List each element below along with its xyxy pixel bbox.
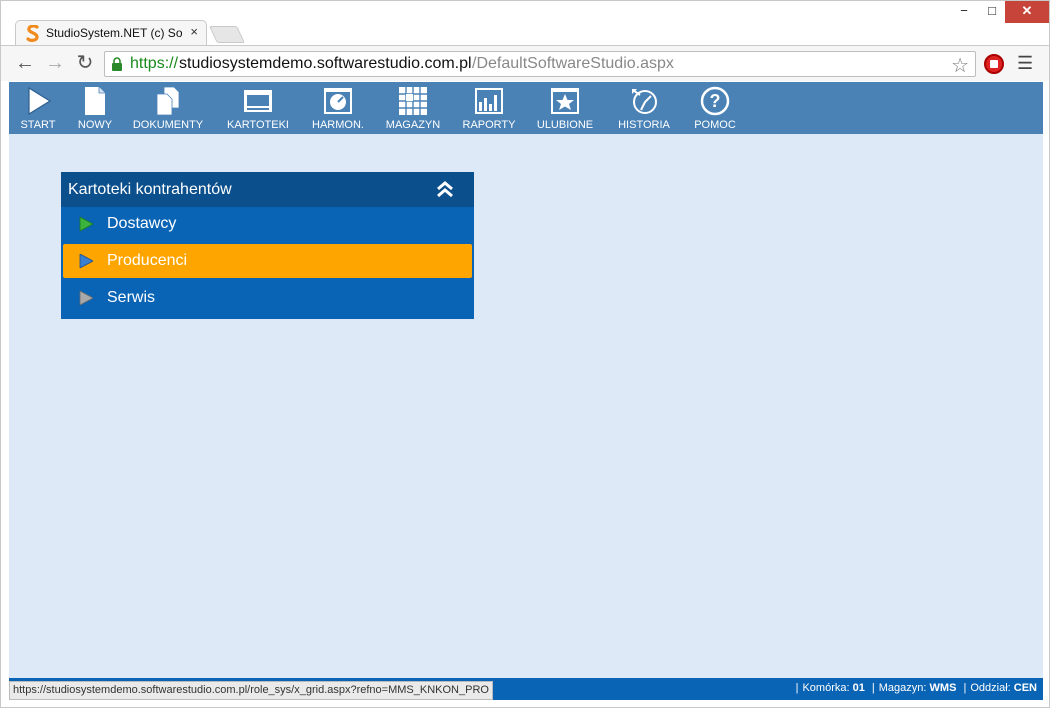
adblock-extension-icon[interactable] xyxy=(984,54,1004,74)
panel-header[interactable]: Kartoteki kontrahentów xyxy=(61,172,474,207)
menu-dokumenty[interactable]: DOKUMENTY xyxy=(123,82,213,134)
panel-item-label: Producenci xyxy=(107,252,188,269)
star-icon xyxy=(551,88,579,114)
menu-ulubione-label: ULUBIONE xyxy=(536,119,594,131)
status-info: | Komórka: 01 | Magazyn: WMS | Oddział: CEN xyxy=(795,682,1037,694)
forward-arrow-icon[interactable]: → xyxy=(43,52,67,76)
url-host: studiosystemdemo.softwarestudio.com.pl xyxy=(179,55,472,72)
menu-start[interactable]: START xyxy=(9,82,67,134)
browser-toolbar: ← → ↻ https:// studiosystemdemo.software… xyxy=(1,45,1049,81)
arrow-right-icon xyxy=(79,291,93,305)
bookmark-star-icon[interactable]: ☆ xyxy=(951,53,969,78)
oddzial-value: CEN xyxy=(1013,682,1037,694)
new-tab-button[interactable] xyxy=(209,26,245,43)
address-bar[interactable]: https:// studiosystemdemo.softwarestudio… xyxy=(104,51,976,77)
minimize-button[interactable]: − xyxy=(949,1,979,23)
documents-icon xyxy=(156,86,180,116)
maximize-button[interactable]: □ xyxy=(977,1,1007,23)
menu-historia-label: HISTORIA xyxy=(618,119,670,131)
url-scheme: https:// xyxy=(130,55,179,72)
panel-title: Kartoteki kontrahentów xyxy=(68,181,232,198)
menu-kartoteki-label: KARTOTEKI xyxy=(227,119,289,131)
browser-tab[interactable]: StudioSystem.NET (c) Soft × xyxy=(15,20,207,46)
arrow-right-icon xyxy=(79,217,93,231)
magazyn-label: Magazyn: xyxy=(878,682,927,694)
menu-nowy-label: NOWY xyxy=(77,119,113,131)
browser-menu-icon[interactable]: ☰ xyxy=(1017,53,1033,74)
kartoteki-panel: Kartoteki kontrahentów Dostawcy Producen… xyxy=(61,172,474,319)
browser-titlebar: StudioSystem.NET (c) Soft × − □ ✕ xyxy=(1,1,1049,46)
warehouse-grid-icon xyxy=(399,87,427,115)
menu-pomoc[interactable]: ? POMOC xyxy=(683,82,747,134)
menu-pomoc-label: POMOC xyxy=(694,119,736,131)
studiosystem-logo-icon xyxy=(26,25,39,42)
komorka-label: Komórka: xyxy=(802,682,850,694)
menu-raporty[interactable]: RAPORTY xyxy=(453,82,525,134)
panel-item-label: Dostawcy xyxy=(107,215,177,232)
lock-icon xyxy=(112,57,122,71)
oddzial-label: Oddział: xyxy=(970,682,1011,694)
svg-text:?: ? xyxy=(710,91,721,111)
menu-kartoteki[interactable]: KARTOTEKI xyxy=(213,82,303,134)
menu-nowy[interactable]: NOWY xyxy=(67,82,123,134)
menu-raporty-label: RAPORTY xyxy=(462,119,516,131)
magazyn-value: WMS xyxy=(929,682,957,694)
report-chart-icon xyxy=(475,88,503,114)
new-document-icon xyxy=(85,87,105,115)
tab-title: StudioSystem.NET (c) Soft xyxy=(46,26,182,40)
clock-icon xyxy=(324,88,352,114)
menu-harmon-label: HARMON. xyxy=(312,119,364,131)
panel-item-label: Serwis xyxy=(107,289,156,306)
app-main-menu: START NOWY DOKUMENTY KARTOTEKI HARMON. M… xyxy=(9,82,1043,134)
panel-item-producenci[interactable]: Producenci xyxy=(63,244,472,278)
menu-magazyn[interactable]: MAGAZYN xyxy=(373,82,453,134)
panel-item-serwis[interactable]: Serwis xyxy=(63,281,472,315)
status-bar: https://studiosystemdemo.softwarestudio.… xyxy=(9,678,1043,700)
menu-start-label: START xyxy=(20,119,56,131)
back-arrow-icon[interactable]: ← xyxy=(13,52,37,76)
close-window-button[interactable]: ✕ xyxy=(1005,1,1049,23)
status-hover-url: https://studiosystemdemo.softwarestudio.… xyxy=(9,681,493,700)
komorka-value: 01 xyxy=(852,682,865,694)
menu-magazyn-label: MAGAZYN xyxy=(385,119,441,131)
panel-item-dostawcy[interactable]: Dostawcy xyxy=(63,207,472,241)
menu-harmon[interactable]: HARMON. xyxy=(303,82,373,134)
arrow-right-icon xyxy=(79,254,93,268)
url-path: /DefaultSoftwareStudio.aspx xyxy=(472,55,674,72)
collapse-chevron-up-icon[interactable] xyxy=(436,180,454,198)
menu-ulubione[interactable]: ULUBIONE xyxy=(525,82,605,134)
help-icon: ? xyxy=(700,86,730,116)
history-icon xyxy=(632,89,657,114)
play-icon xyxy=(28,86,52,116)
tab-close-icon[interactable]: × xyxy=(190,24,198,39)
browser-window: StudioSystem.NET (c) Soft × − □ ✕ ← → ↻ … xyxy=(0,0,1050,708)
cards-icon xyxy=(244,90,272,112)
menu-historia[interactable]: HISTORIA xyxy=(605,82,683,134)
main-content: Kartoteki kontrahentów Dostawcy Producen… xyxy=(9,134,1043,678)
reload-icon[interactable]: ↻ xyxy=(73,52,97,76)
menu-dokumenty-label: DOKUMENTY xyxy=(132,119,204,131)
